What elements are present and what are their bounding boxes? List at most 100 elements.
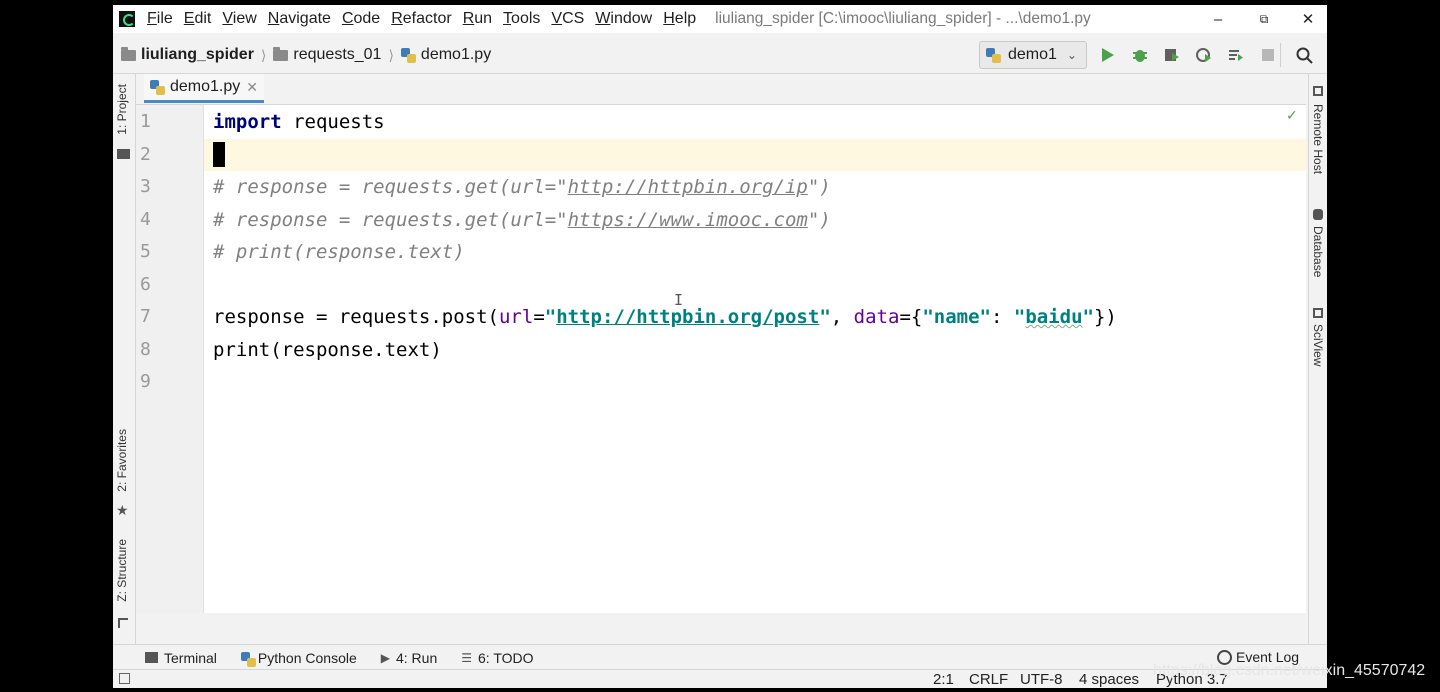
code-line: print(response.text) [213, 334, 442, 366]
line-number: 6 [140, 274, 151, 295]
tool-windows-toggle-icon[interactable] [119, 673, 130, 684]
menu-tools[interactable]: Tools [503, 10, 540, 28]
menu-refactor[interactable]: Refactor [391, 10, 451, 28]
comment: # response = requests.get(url=" [213, 176, 568, 198]
string: " [819, 306, 831, 328]
sciview-icon [1313, 308, 1323, 318]
caret-position[interactable]: 2:1 [933, 670, 954, 688]
string: " [1082, 306, 1094, 328]
mouse-cursor-icon: I [674, 291, 684, 309]
navigation-bar: liuliang_spider ⟩ requests_01 ⟩ demo1.py… [113, 37, 1327, 74]
project-tool-button[interactable]: 1: Project [115, 84, 129, 135]
keyword-argument: url [498, 306, 534, 328]
string-url-link[interactable]: http://httpbin.org/post [556, 306, 819, 328]
run-play-icon: ▶ [380, 650, 390, 665]
close-tab-icon[interactable]: ✕ [246, 79, 258, 96]
comment-url-link[interactable]: http://httpbin.org/ip [568, 176, 808, 198]
comment-url-link[interactable]: https://www.imooc.com [568, 209, 808, 231]
menu-edit[interactable]: Edit [184, 10, 212, 28]
coverage-icon [1165, 49, 1179, 61]
spelling-warning-string: baidu [1025, 306, 1083, 328]
run-config-label: demo1 [1008, 46, 1057, 63]
structure-tool-button[interactable]: Z: Structure [115, 539, 129, 602]
tab-label: demo1.py [170, 78, 241, 95]
debug-button[interactable] [1131, 46, 1149, 64]
close-window-button[interactable]: ✕ [1285, 5, 1327, 33]
breadcrumb-separator-icon: ⟩ [260, 46, 267, 63]
star-icon: ★ [116, 502, 129, 518]
todo-label: 6: TODO [478, 649, 534, 666]
menu-file[interactable]: File [147, 10, 173, 28]
profile-button[interactable] [1195, 46, 1213, 64]
code-line: # response = requests.get(url="https://w… [213, 204, 831, 236]
structure-icon [118, 618, 128, 628]
breadcrumb-file[interactable]: demo1.py [421, 46, 491, 64]
string: " [1013, 306, 1026, 328]
line-number: 1 [140, 111, 151, 132]
run-tool-button[interactable]: ▶ 4: Run [381, 650, 437, 666]
concurrency-button[interactable] [1227, 46, 1245, 64]
remote-host-tool-button[interactable]: Remote Host [1311, 104, 1325, 174]
indent-setting[interactable]: 4 spaces [1079, 670, 1139, 688]
right-tool-strip: Remote Host Database SciView [1308, 74, 1327, 644]
editor-bottom-area [136, 613, 1306, 644]
line-number: 9 [140, 371, 151, 392]
python-file-icon [400, 47, 416, 63]
window-title: liuliang_spider [C:\imooc\liuliang_spide… [715, 10, 1091, 27]
run-button[interactable] [1099, 46, 1117, 64]
line-number: 2 [140, 144, 151, 165]
favorites-tool-button[interactable]: 2: Favorites [115, 429, 129, 492]
code-text: }) [1093, 306, 1117, 328]
comment: ") [807, 209, 831, 231]
line-number: 5 [140, 241, 151, 262]
python-file-icon [150, 79, 165, 95]
editor-tab-bar: demo1.py ✕ [136, 74, 1306, 105]
text-caret [213, 142, 225, 167]
breadcrumb-project[interactable]: liuliang_spider [141, 46, 254, 64]
menu-navigate[interactable]: Navigate [268, 10, 331, 28]
menu-run[interactable]: Run [463, 10, 492, 28]
left-tool-strip: 1: Project 2: Favorites ★ Z: Structure [113, 74, 136, 644]
search-icon [1296, 47, 1313, 64]
file-encoding[interactable]: UTF-8 [1020, 670, 1063, 688]
code-editor[interactable]: import requests # response = requests.ge… [204, 105, 1306, 613]
string: " [544, 306, 557, 328]
minimize-button[interactable]: – [1195, 5, 1241, 33]
csdn-watermark: https://blog.csdn.net/weixin_45570742 [1153, 662, 1426, 679]
restore-button[interactable]: ⧉ [1241, 5, 1287, 33]
stop-button[interactable] [1259, 46, 1277, 64]
line-separator[interactable]: CRLF [969, 670, 1008, 688]
breadcrumb-folder[interactable]: requests_01 [293, 46, 381, 64]
database-tool-button[interactable]: Database [1311, 226, 1325, 277]
comment: # response = requests.get(url=" [213, 209, 568, 231]
inspection-ok-check-icon[interactable]: ✓ [1286, 107, 1298, 124]
keyword: import [213, 111, 282, 133]
folder-icon [121, 46, 136, 61]
tab-demo1-py[interactable]: demo1.py ✕ [144, 74, 264, 103]
todo-tool-button[interactable]: ☰ 6: TODO [461, 650, 533, 666]
terminal-tool-button[interactable]: Terminal [145, 650, 217, 666]
menu-view[interactable]: View [222, 10, 256, 28]
menu-help[interactable]: Help [663, 10, 696, 28]
run-with-coverage-button[interactable] [1163, 46, 1181, 64]
python-console-icon [240, 651, 256, 667]
project-folder-icon [117, 149, 130, 159]
chevron-down-icon: ⌄ [1066, 48, 1077, 62]
code-line: response = requests.post(url="http://htt… [213, 301, 1117, 333]
sciview-tool-button[interactable]: SciView [1311, 324, 1325, 366]
database-icon [1313, 209, 1323, 220]
code-text: requests [281, 111, 385, 133]
menu-vcs[interactable]: VCS [551, 10, 584, 28]
menu-code[interactable]: Code [342, 10, 380, 28]
code-line: # print(response.text) [213, 236, 465, 268]
code-text: ={ [899, 306, 923, 328]
stop-icon [1262, 49, 1274, 61]
pycharm-logo-icon [119, 11, 135, 27]
menu-window[interactable]: Window [595, 10, 652, 28]
todo-list-icon: ☰ [461, 650, 472, 665]
search-everywhere-button[interactable] [1295, 46, 1313, 64]
run-configuration-select[interactable]: demo1 ⌄ [979, 41, 1087, 69]
python-console-tool-button[interactable]: Python Console [240, 650, 357, 667]
string: "name" [922, 306, 991, 328]
remote-host-icon [1313, 86, 1323, 96]
